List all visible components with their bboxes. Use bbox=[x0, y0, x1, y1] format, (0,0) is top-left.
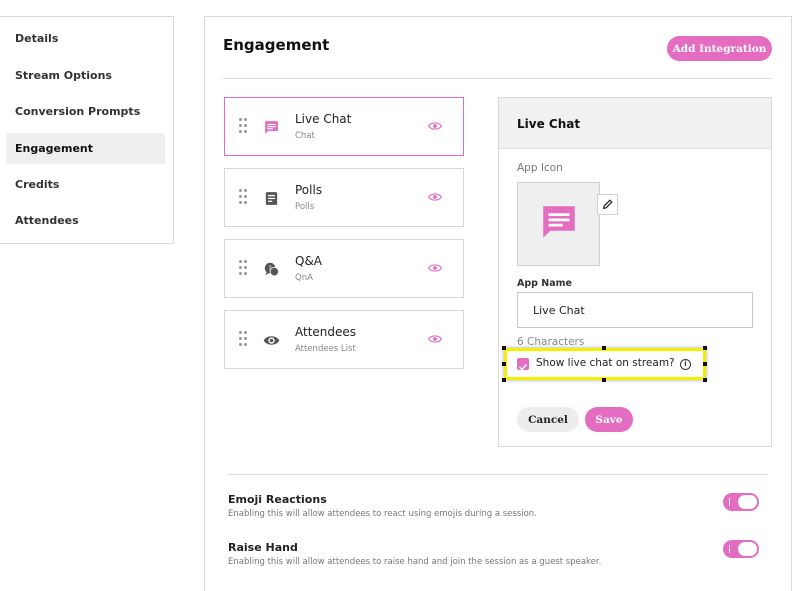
emoji-reactions-description: Enabling this will allow attendees to re… bbox=[228, 509, 537, 519]
pencil-icon bbox=[602, 199, 613, 210]
visibility-eye-icon[interactable] bbox=[428, 192, 442, 202]
app-name-label: App Name bbox=[517, 278, 572, 289]
engagement-panel: Engagement Add Integration Live Chat Cha… bbox=[204, 16, 792, 591]
emoji-reactions-toggle[interactable] bbox=[723, 493, 759, 511]
integration-card-live-chat[interactable]: Live Chat Chat bbox=[224, 97, 464, 156]
visibility-eye-icon[interactable] bbox=[428, 263, 442, 273]
raise-hand-title: Raise Hand bbox=[228, 541, 298, 554]
integration-subtitle: Attendees List bbox=[295, 344, 356, 354]
drag-handle-icon[interactable] bbox=[239, 260, 249, 276]
selection-handle bbox=[502, 378, 506, 382]
chat-icon bbox=[265, 121, 278, 134]
integration-title: Attendees bbox=[295, 325, 357, 339]
sidebar-item-conversion-prompts[interactable]: Conversion Prompts bbox=[6, 96, 165, 127]
divider bbox=[223, 78, 772, 79]
selection-handle bbox=[703, 362, 707, 366]
detail-header: Live Chat bbox=[499, 98, 771, 149]
integration-detail-panel: Live Chat App Icon App Name 6 Characters… bbox=[498, 97, 772, 447]
eye-icon bbox=[263, 336, 280, 345]
drag-handle-icon[interactable] bbox=[239, 331, 249, 347]
sidebar-item-credits[interactable]: Credits bbox=[6, 169, 165, 200]
drag-handle-icon[interactable] bbox=[239, 118, 249, 134]
app-icon-preview bbox=[517, 182, 600, 266]
page-title: Engagement bbox=[223, 36, 330, 54]
show-live-chat-option[interactable]: Show live chat on stream? i bbox=[504, 348, 706, 380]
integration-card-qna[interactable]: ? Q&A QnA bbox=[224, 239, 464, 298]
visibility-eye-icon[interactable] bbox=[428, 334, 442, 344]
sidebar-item-details[interactable]: Details bbox=[6, 23, 165, 54]
selection-handle bbox=[703, 378, 707, 382]
integration-title: Q&A bbox=[295, 254, 323, 268]
detail-title: Live Chat bbox=[517, 117, 581, 131]
raise-hand-toggle[interactable] bbox=[723, 540, 759, 558]
poll-icon bbox=[265, 192, 278, 205]
emoji-reactions-title: Emoji Reactions bbox=[228, 493, 327, 506]
show-live-chat-checkbox[interactable] bbox=[517, 358, 529, 371]
selection-handle bbox=[703, 346, 707, 350]
svg-text:?: ? bbox=[268, 264, 271, 272]
sidebar-item-attendees[interactable]: Attendees bbox=[6, 205, 165, 236]
selection-handle bbox=[502, 346, 506, 350]
add-integration-button[interactable]: Add Integration bbox=[667, 36, 772, 61]
cancel-button[interactable]: Cancel bbox=[517, 407, 579, 432]
app-name-input[interactable] bbox=[517, 292, 753, 328]
qna-icon: ? bbox=[264, 262, 280, 277]
show-live-chat-label: Show live chat on stream? bbox=[536, 357, 675, 369]
edit-icon-button[interactable] bbox=[597, 194, 618, 215]
checkmark-icon bbox=[518, 363, 528, 371]
character-count: 6 Characters bbox=[517, 336, 585, 348]
sidebar-item-engagement[interactable]: Engagement bbox=[6, 133, 165, 164]
integration-subtitle: Chat bbox=[295, 131, 315, 141]
raise-hand-description: Enabling this will allow attendees to ra… bbox=[228, 557, 602, 567]
sidebar-item-stream-options[interactable]: Stream Options bbox=[6, 60, 165, 91]
drag-handle-icon[interactable] bbox=[239, 189, 249, 205]
app-icon-label: App Icon bbox=[517, 162, 563, 174]
chat-icon bbox=[543, 206, 575, 238]
selection-handle bbox=[602, 346, 606, 350]
integration-title: Polls bbox=[295, 183, 323, 197]
visibility-eye-icon[interactable] bbox=[428, 121, 442, 131]
integration-card-polls[interactable]: Polls Polls bbox=[224, 168, 464, 227]
integration-title: Live Chat bbox=[295, 112, 352, 126]
settings-sidebar: Details Stream Options Conversion Prompt… bbox=[0, 16, 174, 244]
divider bbox=[227, 474, 768, 475]
integration-subtitle: QnA bbox=[295, 273, 313, 283]
selection-handle bbox=[502, 362, 506, 366]
info-icon[interactable]: i bbox=[680, 359, 691, 370]
integration-subtitle: Polls bbox=[295, 202, 315, 212]
selection-handle bbox=[602, 378, 606, 382]
integration-card-attendees[interactable]: Attendees Attendees List bbox=[224, 310, 464, 369]
save-button[interactable]: Save bbox=[585, 407, 633, 432]
